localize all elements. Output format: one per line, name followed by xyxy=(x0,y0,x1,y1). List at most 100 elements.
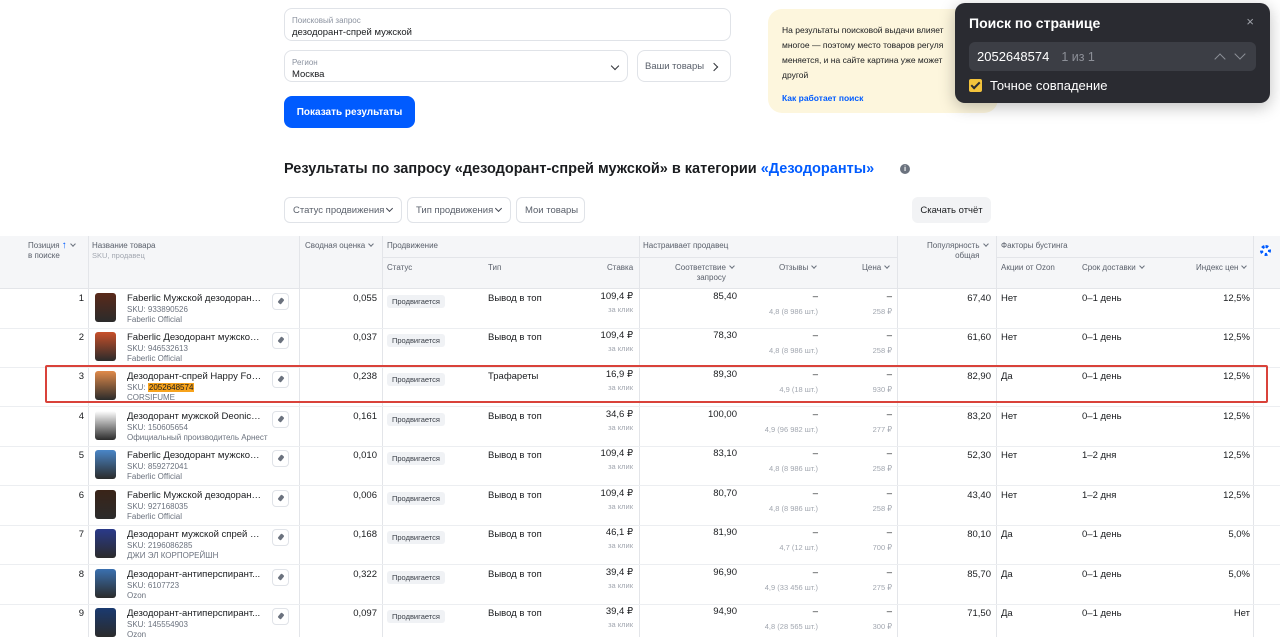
sku-value: 150605654 xyxy=(147,423,188,432)
row-popularity: 67,40 xyxy=(967,293,991,304)
product-thumbnail[interactable] xyxy=(95,293,116,322)
product-name[interactable]: Faberlic Дезодорант мужской,... xyxy=(127,333,262,343)
status-filter[interactable]: Статус продвижения xyxy=(284,197,402,223)
category-link[interactable]: «Дезодоранты» xyxy=(761,161,874,177)
product-name[interactable]: Дезодорант-антиперспирант... xyxy=(127,570,262,580)
row-score: 0,168 xyxy=(353,529,377,540)
row-reviews: – xyxy=(812,291,818,302)
row-reviews-rating: 4,9 (18 шт.) xyxy=(779,385,818,394)
table-row[interactable]: 6 Faberlic Мужской дезодорант,... SKU: 927… xyxy=(0,486,1280,526)
header-score[interactable]: Сводная оценка xyxy=(305,241,375,251)
header-name: Название товара SKU, продавец xyxy=(92,241,156,260)
row-score: 0,055 xyxy=(353,293,377,304)
row-bid: 46,1 ₽ xyxy=(605,527,633,538)
header-delivery[interactable]: Срок доставки xyxy=(1082,263,1145,273)
table-row[interactable]: 7 Дезодорант мужской спрей 4... SKU: 21960… xyxy=(0,525,1280,565)
row-position: 8 xyxy=(78,569,84,580)
row-popularity: 83,20 xyxy=(967,411,991,422)
search-query-field[interactable]: Поисковый запрос дезодорант-спрей мужско… xyxy=(284,8,731,41)
row-popularity: 61,60 xyxy=(967,332,991,343)
product-name[interactable]: Дезодорант-антиперспирант... xyxy=(127,609,262,619)
pin-icon[interactable] xyxy=(272,293,289,310)
table-row[interactable]: 9 Дезодорант-антиперспирант... SKU: 145554… xyxy=(0,604,1280,637)
sku-value: 933890526 xyxy=(147,305,188,314)
region-select[interactable]: Регион Москва xyxy=(284,50,628,82)
row-price-index: 5,0% xyxy=(1228,569,1250,580)
status-badge: Продвигается xyxy=(387,295,445,308)
type-filter[interactable]: Тип продвижения xyxy=(407,197,511,223)
row-type: Вывод в топ xyxy=(488,332,542,343)
pin-icon[interactable] xyxy=(272,332,289,349)
row-price: – xyxy=(886,330,892,341)
table-row[interactable]: 5 Faberlic Дезодорант мужской,... SKU: 859… xyxy=(0,446,1280,486)
pin-icon[interactable] xyxy=(272,411,289,428)
product-thumbnail[interactable] xyxy=(95,490,116,519)
chevron-down-icon xyxy=(494,204,503,213)
product-name[interactable]: Дезодорант-спрей Happy For... xyxy=(127,372,262,382)
product-seller: ДЖИ ЭЛ КОРПОРЕЙШН xyxy=(127,551,219,560)
product-thumbnail[interactable] xyxy=(95,371,116,400)
row-price-index: 12,5% xyxy=(1223,411,1250,422)
my-goods-filter[interactable]: Мои товары xyxy=(516,197,585,223)
product-thumbnail[interactable] xyxy=(95,411,116,440)
product-thumbnail[interactable] xyxy=(95,450,116,479)
product-seller: Ozon xyxy=(127,591,147,600)
pin-icon[interactable] xyxy=(272,371,289,388)
pin-icon[interactable] xyxy=(272,490,289,507)
table-row[interactable]: 8 Дезодорант-антиперспирант... SKU: 610772… xyxy=(0,565,1280,605)
header-popularity[interactable]: Популярность общая xyxy=(927,241,989,261)
product-thumbnail[interactable] xyxy=(95,332,116,361)
product-name[interactable]: Faberlic Дезодорант мужской,... xyxy=(127,451,262,461)
table-row[interactable]: 3 Дезодорант-спрей Happy For... SKU: 20526… xyxy=(0,367,1280,407)
product-thumbnail[interactable] xyxy=(95,529,116,558)
product-name[interactable]: Faberlic Мужской дезодорант,... xyxy=(127,294,262,304)
product-sku: SKU: 946532613 xyxy=(127,344,188,353)
search-query-input[interactable]: дезодорант-спрей мужской xyxy=(292,27,723,39)
chevron-down-icon xyxy=(1138,263,1145,269)
pin-icon[interactable] xyxy=(272,529,289,546)
chevron-up-icon[interactable] xyxy=(1214,53,1226,65)
table-header: Позиция ↑ в поиске Название товара SKU, пр… xyxy=(0,236,1280,289)
pin-icon[interactable] xyxy=(272,569,289,586)
row-relevance: 96,90 xyxy=(713,567,737,578)
table-row[interactable]: 1 Faberlic Мужской дезодорант,... SKU: 933… xyxy=(0,289,1280,329)
row-reviews: – xyxy=(812,448,818,459)
download-report-button[interactable]: Скачать отчёт xyxy=(912,197,991,223)
header-position[interactable]: Позиция ↑ в поиске xyxy=(28,241,76,261)
show-results-button[interactable]: Показать результаты xyxy=(284,96,415,128)
header-reviews[interactable]: Отзывы xyxy=(779,263,818,273)
row-delivery: 0–1 день xyxy=(1082,332,1122,343)
find-query[interactable]: 2052648574 xyxy=(977,49,1049,64)
checkbox-checked-icon[interactable] xyxy=(969,79,982,92)
find-input[interactable]: 2052648574 1 из 1 xyxy=(969,42,1256,71)
my-goods-button[interactable]: Ваши товары xyxy=(637,50,731,82)
table-row[interactable]: 4 Дезодорант мужской Deonica... SKU: 15060… xyxy=(0,407,1280,447)
header-relevance[interactable]: Соответствие запросу xyxy=(675,263,735,283)
row-delivery: 0–1 день xyxy=(1082,371,1122,382)
row-score: 0,010 xyxy=(353,450,377,461)
product-sku: SKU: 933890526 xyxy=(127,305,188,314)
header-price[interactable]: Цена xyxy=(862,263,891,273)
product-name[interactable]: Дезодорант мужской спрей 4... xyxy=(127,530,262,540)
gear-icon[interactable] xyxy=(1260,245,1271,256)
exact-match-checkbox[interactable]: Точное совпадение xyxy=(969,78,1107,93)
table-row[interactable]: 2 Faberlic Дезодорант мужской,... SKU: 946… xyxy=(0,328,1280,368)
row-price: – xyxy=(886,369,892,380)
product-thumbnail[interactable] xyxy=(95,569,116,598)
row-reviews-rating: 4,7 (12 шт.) xyxy=(779,543,818,552)
chevron-down-icon[interactable] xyxy=(1234,48,1246,60)
row-type: Вывод в топ xyxy=(488,529,542,540)
row-price-index: Нет xyxy=(1233,608,1250,619)
product-thumbnail[interactable] xyxy=(95,608,116,637)
info-icon[interactable]: i xyxy=(900,164,910,174)
pin-icon[interactable] xyxy=(272,450,289,467)
row-bid-unit: за клик xyxy=(608,620,633,629)
product-name[interactable]: Дезодорант мужской Deonica... xyxy=(127,412,262,422)
product-name[interactable]: Faberlic Мужской дезодорант,... xyxy=(127,491,262,501)
header-bid: Ставка xyxy=(607,263,634,272)
row-score: 0,097 xyxy=(353,608,377,619)
how-search-works-link[interactable]: Как работает поиск xyxy=(782,93,984,103)
pin-icon[interactable] xyxy=(272,608,289,625)
close-icon[interactable]: × xyxy=(1246,14,1254,29)
header-price-index[interactable]: Индекс цен xyxy=(1196,263,1248,273)
